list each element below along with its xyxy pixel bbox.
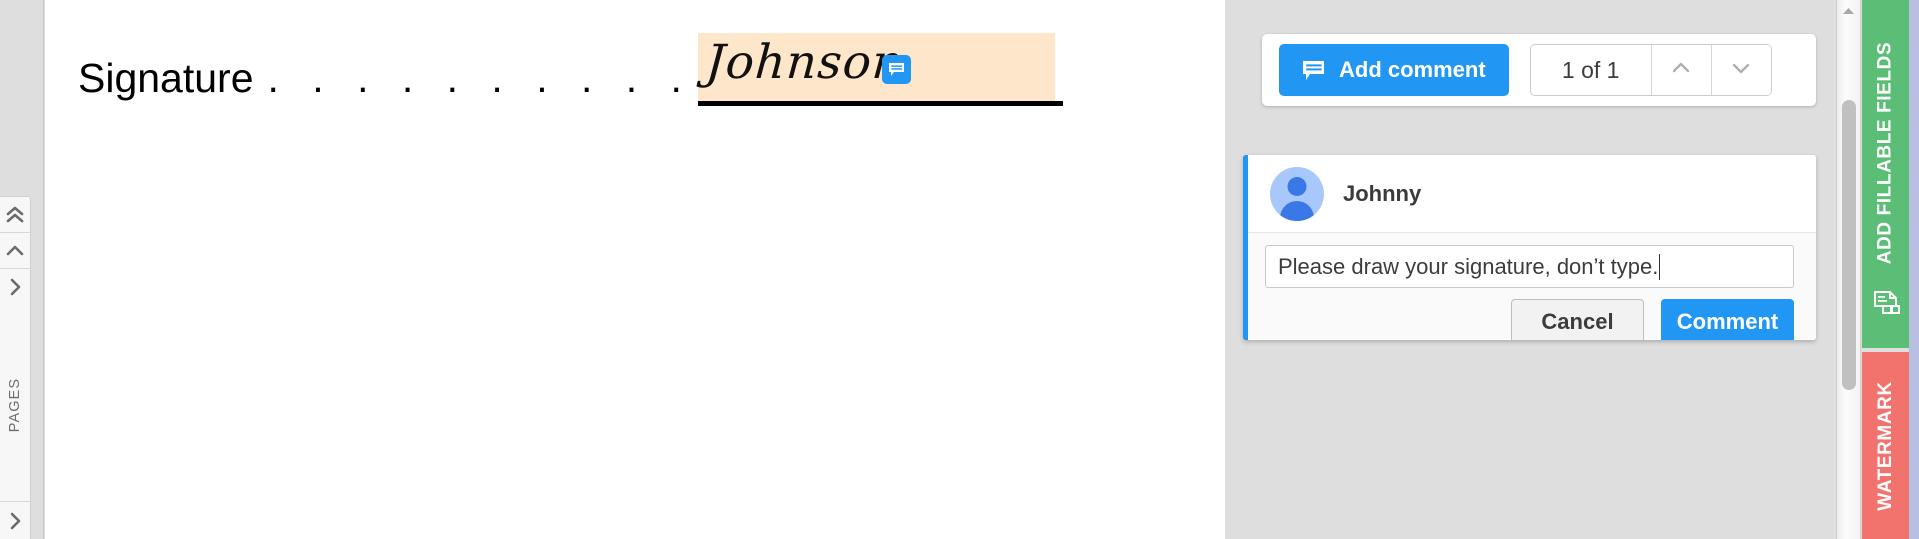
- scrollbar-thumb[interactable]: [1842, 100, 1856, 390]
- comment-counter: 1 of 1: [1561, 56, 1620, 83]
- comment-card-actions: Cancel Comment: [1265, 299, 1794, 340]
- comment-card-header: Johnny: [1248, 155, 1816, 233]
- add-comment-button[interactable]: Add comment: [1279, 44, 1509, 96]
- pages-rail: PAGES: [0, 0, 44, 539]
- comment-navigation-group: 1 of 1: [1529, 44, 1772, 96]
- comment-input-value: Please draw your signature, don’t type.: [1278, 253, 1659, 279]
- chevron-down-icon: [1730, 61, 1752, 80]
- comment-glyph-icon: [889, 63, 904, 76]
- comment-icon: [1302, 60, 1325, 81]
- signature-line-row: Signature . . . . . . . . . . .: [78, 58, 738, 99]
- chevron-up-icon: [1670, 61, 1692, 80]
- chevron-right-icon: [8, 511, 22, 536]
- previous-page-button[interactable]: [0, 233, 30, 269]
- comment-card: Johnny Please draw your signature, don’t…: [1243, 155, 1816, 340]
- signature-label: Signature: [78, 55, 254, 101]
- comment-author-name: Johnny: [1343, 180, 1422, 206]
- pages-panel: PAGES: [0, 196, 31, 539]
- submit-comment-button[interactable]: Comment: [1661, 299, 1794, 340]
- avatar-head: [1287, 176, 1307, 196]
- signature-field-highlight[interactable]: Johnson: [698, 33, 1055, 104]
- tab-add-fillable-fields[interactable]: ADD FILLABLE FIELDS: [1862, 0, 1909, 348]
- dot-leader: . . . . . . . . . . .: [267, 55, 738, 101]
- scroll-up-arrow-icon[interactable]: [1837, 0, 1860, 22]
- previous-comment-button[interactable]: [1650, 45, 1711, 95]
- cancel-button[interactable]: Cancel: [1511, 299, 1644, 340]
- vertical-tabs-edge: [1909, 0, 1919, 539]
- chevron-up-icon: [5, 244, 25, 258]
- pages-label-wrap: PAGES: [0, 309, 30, 501]
- pages-label: PAGES: [7, 377, 24, 433]
- document-page: Signature . . . . . . . . . . . Johnson: [45, 0, 1225, 539]
- text-caret: [1659, 253, 1661, 280]
- fillable-fields-icon: [1871, 289, 1901, 324]
- tab-add-fillable-fields-label: ADD FILLABLE FIELDS: [1874, 41, 1896, 265]
- avatar-body: [1280, 200, 1314, 221]
- add-comment-label: Add comment: [1339, 57, 1486, 82]
- tab-watermark-label: WATERMARK: [1874, 380, 1896, 511]
- vertical-scrollbar[interactable]: [1836, 0, 1861, 539]
- signature-handwriting: Johnson: [704, 35, 906, 90]
- collapse-all-button[interactable]: [0, 197, 30, 233]
- expand-pages-top-button[interactable]: [0, 269, 30, 309]
- comment-input[interactable]: Please draw your signature, don’t type.: [1265, 245, 1794, 288]
- expand-pages-bottom-button[interactable]: [0, 501, 30, 539]
- app-root: PAGES Signature . . . . . . . . . . . Jo…: [0, 0, 1919, 539]
- chevron-right-icon: [8, 277, 22, 302]
- comment-toolbar: Add comment 1 of 1: [1262, 34, 1816, 106]
- signature-underline: [698, 101, 1063, 106]
- right-vertical-tabs: ADD FILLABLE FIELDS WATERMARK: [1862, 0, 1919, 539]
- tab-watermark[interactable]: WATERMARK: [1862, 352, 1909, 539]
- double-chevron-up-icon: [5, 206, 25, 224]
- comment-card-body: Please draw your signature, don’t type. …: [1248, 233, 1816, 340]
- comment-icon[interactable]: [882, 55, 911, 84]
- person-avatar-icon: [1270, 166, 1324, 221]
- next-comment-button[interactable]: [1710, 45, 1771, 95]
